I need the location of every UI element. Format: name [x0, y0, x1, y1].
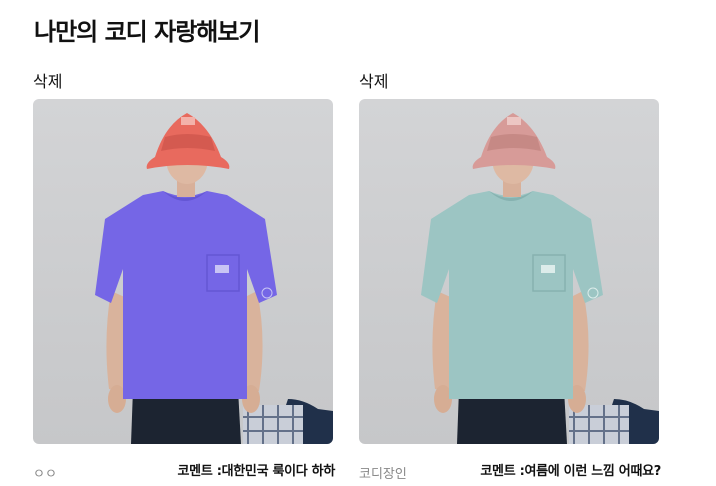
- outfit-illustration: [421, 113, 659, 444]
- card-footer: 코디장인 코멘트 :여름에 이런 느낌 어때요?: [359, 458, 675, 484]
- page-title: 나만의 코디 자랑해보기: [34, 18, 261, 46]
- card-footer: ㅇㅇ 코멘트 :대한민국 룩이다 하하: [33, 458, 349, 484]
- author-name: ㅇㅇ: [33, 467, 57, 482]
- outfit-photo[interactable]: [33, 99, 333, 444]
- delete-button[interactable]: 삭제: [359, 72, 388, 92]
- page: 나만의 코디 자랑해보기 삭제 ㅇㅇ 코멘트:대한민국 룩이다 하하 삭제 코…: [0, 0, 716, 486]
- delete-button[interactable]: 삭제: [33, 72, 62, 92]
- coordi-card: 삭제: [359, 72, 661, 482]
- coordi-card: 삭제: [33, 72, 335, 482]
- outfit-illustration: [95, 113, 333, 444]
- outfit-photo[interactable]: [359, 99, 659, 444]
- comment-text: 코멘트 :대한민국 룩이다 하하: [177, 464, 336, 479]
- author-name: 코디장인: [359, 467, 407, 482]
- comment-text: 코멘트 :여름에 이런 느낌 어때요?: [480, 464, 661, 479]
